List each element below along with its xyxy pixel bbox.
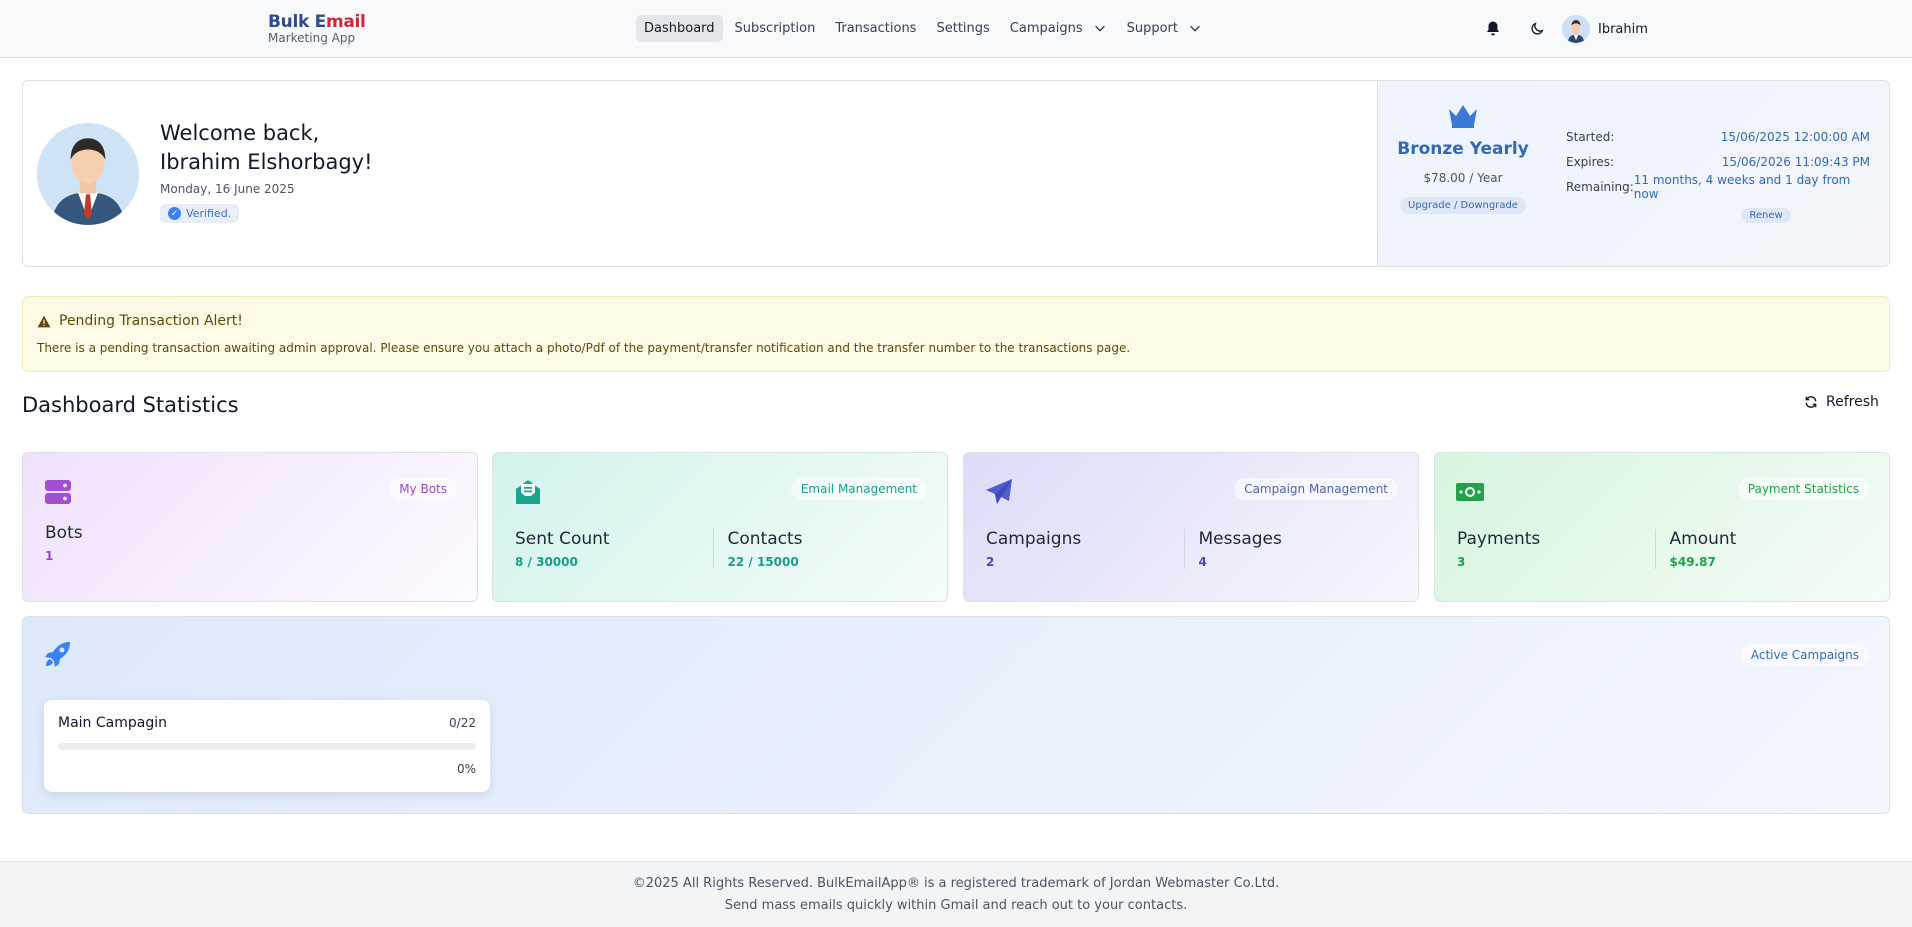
nav-settings[interactable]: Settings: [928, 15, 997, 42]
amount-stat: Amount $49.87: [1654, 529, 1868, 569]
brand-logo[interactable]: Bulk Email Marketing App: [268, 12, 366, 45]
profile-avatar-image: [37, 123, 139, 225]
moon-icon: [1531, 22, 1544, 35]
active-campaigns-chip[interactable]: Active Campaigns: [1740, 644, 1869, 666]
current-date: Monday, 16 June 2025: [160, 182, 295, 196]
chevron-down-icon: [1094, 25, 1105, 32]
welcome-line-1: Welcome back,: [160, 121, 320, 145]
plan-remaining-row: Remaining: 11 months, 4 weeks and 1 day f…: [1566, 172, 1851, 201]
campaign-management-chip[interactable]: Campaign Management: [1234, 478, 1398, 500]
campaign-count: 0/22: [449, 716, 476, 730]
welcome-text: Welcome back, Ibrahim Elshorbagy! Monday…: [160, 119, 373, 223]
refresh-icon: [1805, 396, 1817, 408]
welcome-user-name: Ibrahim Elshorbagy!: [160, 150, 373, 174]
chevron-down-icon: [1190, 25, 1200, 32]
campaign-name: Main Campagin: [58, 715, 167, 731]
campaign-progress-item[interactable]: Main Campagin 0/22 0%: [44, 700, 490, 792]
user-avatar[interactable]: [1562, 15, 1590, 43]
check-circle-icon: ✓: [168, 207, 181, 220]
page-footer: ©2025 All Rights Reserved. BulkEmailApp®…: [0, 861, 1912, 927]
money-icon: [1456, 483, 1484, 501]
nav-support-dropdown[interactable]: Support: [1119, 15, 1210, 42]
payment-statistics-card: Payment Statistics Payments 3 Amount $49…: [1434, 452, 1890, 602]
paper-plane-icon: [986, 479, 1012, 504]
main-nav: Dashboard Subscription Transactions Sett…: [636, 13, 1210, 43]
plan-name: Bronze Yearly: [1397, 139, 1529, 159]
plan-started-row: Started: 15/06/2025 12:00:00 AM: [1566, 129, 1870, 144]
top-navbar: Bulk Email Marketing App Dashboard Subsc…: [0, 0, 1912, 58]
my-bots-chip[interactable]: My Bots: [389, 478, 457, 500]
alert-title: Pending Transaction Alert!: [37, 313, 243, 329]
plan-summary: Bronze Yearly $78.00 / Year Upgrade / Do…: [1378, 103, 1548, 214]
brand-subtitle: Marketing App: [268, 31, 356, 45]
email-management-card: Email Management Sent Count 8 / 30000 Co…: [492, 452, 948, 602]
bots-stat-card: My Bots Bots 1: [22, 452, 478, 602]
email-management-chip[interactable]: Email Management: [790, 478, 927, 500]
verified-badge: ✓ Verified.: [160, 204, 240, 223]
alert-message: There is a pending transaction awaiting …: [37, 341, 1131, 355]
rocket-icon: [45, 642, 70, 667]
contacts-stat: Contacts 22 / 15000: [712, 529, 926, 569]
active-campaigns-card: Active Campaigns Main Campagin 0/22 0%: [22, 616, 1890, 814]
user-name[interactable]: Ibrahim: [1598, 22, 1648, 37]
campaign-progress-bar: [58, 743, 476, 750]
warning-icon: [37, 315, 51, 327]
plan-price: $78.00 / Year: [1423, 171, 1503, 185]
bell-icon: [1487, 21, 1499, 36]
nav-transactions[interactable]: Transactions: [827, 15, 924, 42]
sent-count-stat: Sent Count 8 / 30000: [515, 529, 610, 569]
payment-statistics-chip[interactable]: Payment Statistics: [1737, 478, 1869, 500]
campaigns-stat: Campaigns 2: [986, 529, 1082, 569]
campaign-management-card: Campaign Management Campaigns 2 Messages…: [963, 452, 1419, 602]
subscription-plan-panel: Bronze Yearly $78.00 / Year Upgrade / Do…: [1377, 81, 1889, 266]
plan-expires-row: Expires: 15/06/2026 11:09:43 PM: [1566, 154, 1870, 169]
footer-tagline: Send mass emails quickly within Gmail an…: [724, 898, 1188, 913]
bots-stat: Bots 1: [45, 523, 83, 563]
server-icon: [45, 480, 71, 504]
brand-title: Bulk Email: [268, 12, 366, 32]
welcome-card: Welcome back, Ibrahim Elshorbagy! Monday…: [22, 80, 1890, 267]
upgrade-downgrade-button[interactable]: Upgrade / Downgrade: [1400, 197, 1526, 214]
envelope-open-icon: [516, 480, 540, 504]
dashboard-statistics-title: Dashboard Statistics: [22, 393, 239, 417]
nav-right-group: Ibrahim: [1476, 12, 1648, 46]
footer-copyright: ©2025 All Rights Reserved. BulkEmailApp®…: [632, 876, 1280, 891]
notifications-button[interactable]: [1476, 12, 1510, 46]
pending-transaction-alert: Pending Transaction Alert! There is a pe…: [22, 296, 1890, 372]
nav-dashboard[interactable]: Dashboard: [636, 14, 723, 42]
plan-details: Started: 15/06/2025 12:00:00 AM Expires: 1…: [1566, 124, 1870, 223]
theme-toggle-button[interactable]: [1520, 12, 1554, 46]
nav-campaigns-dropdown[interactable]: Campaigns: [1002, 15, 1115, 42]
renew-button[interactable]: Renew: [1741, 208, 1791, 223]
campaign-percent: 0%: [456, 762, 476, 776]
user-avatar-image: [1562, 15, 1590, 43]
crown-icon: [1449, 105, 1477, 128]
payments-stat: Payments 3: [1457, 529, 1541, 569]
nav-subscription[interactable]: Subscription: [727, 15, 824, 42]
refresh-button[interactable]: Refresh: [1804, 394, 1879, 410]
profile-avatar: [37, 123, 139, 225]
messages-stat: Messages 4: [1183, 529, 1397, 569]
